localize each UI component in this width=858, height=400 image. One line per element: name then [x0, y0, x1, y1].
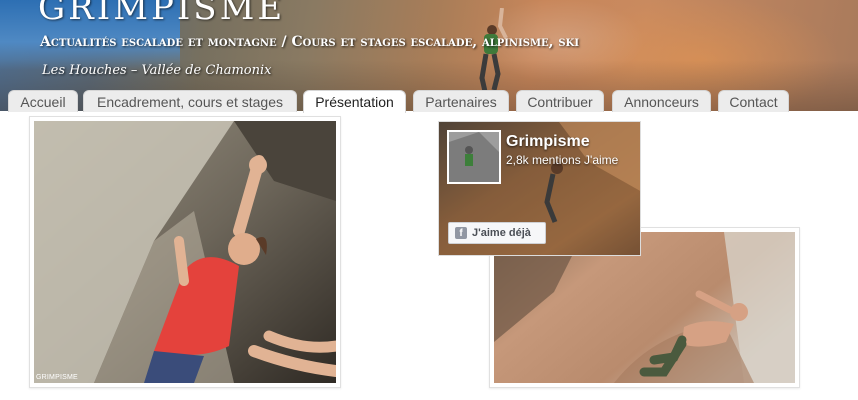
bouldering-image [34, 121, 336, 383]
tab-contact[interactable]: Contact [718, 90, 789, 112]
site-logo[interactable]: GRIMPISME [38, 0, 285, 28]
site-location: Les Houches – Vallée de Chamonix [42, 63, 272, 78]
facebook-profile-picture[interactable] [447, 130, 501, 184]
tab-contribuer[interactable]: Contribuer [516, 90, 604, 112]
facebook-likes-count: 2,8k mentions J'aime [506, 153, 619, 167]
facebook-icon: f [455, 227, 467, 239]
facebook-page-widget[interactable]: Grimpisme 2,8k mentions J'aime f J'aime … [438, 121, 641, 256]
tab-annonceurs[interactable]: Annonceurs [612, 90, 711, 112]
tab-presentation[interactable]: Présentation [303, 90, 406, 113]
banner-climber-image [479, 8, 508, 97]
facebook-like-button[interactable]: f J'aime déjà [448, 222, 546, 244]
main-nav: Accueil Encadrement, cours et stages Pré… [0, 90, 858, 113]
facebook-like-label: J'aime déjà [472, 227, 531, 239]
tab-accueil[interactable]: Accueil [8, 90, 78, 112]
tab-partenaires[interactable]: Partenaires [413, 90, 509, 112]
tab-encadrement[interactable]: Encadrement, cours et stages [83, 90, 297, 112]
facebook-page-name[interactable]: Grimpisme [506, 133, 590, 151]
site-tagline: Actualités escalade et montagne / Cours … [40, 34, 579, 50]
photo-bouldering[interactable]: GRIMPISME [29, 116, 341, 388]
photo-watermark: GRIMPISME [36, 374, 78, 381]
